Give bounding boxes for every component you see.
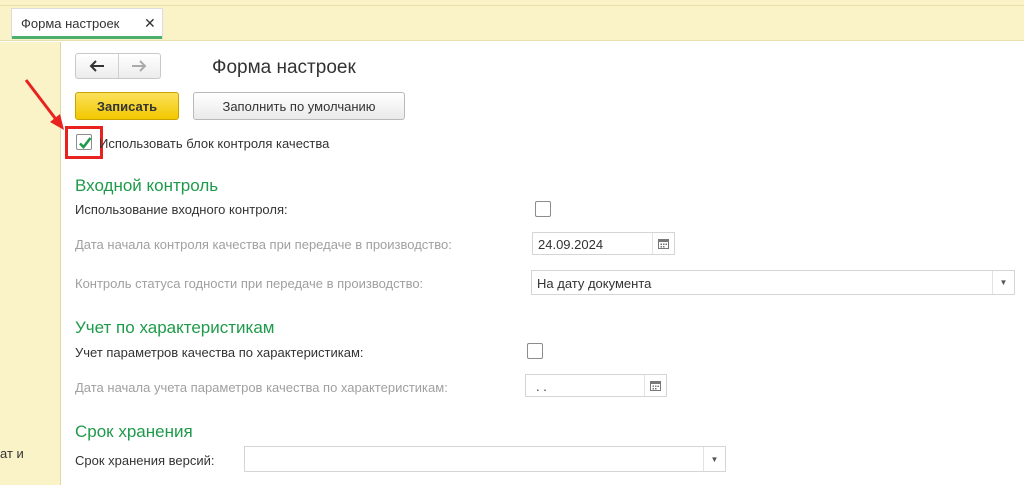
fitness-status-select[interactable]: На дату документа ▼ <box>531 270 1015 295</box>
input-control-start-date-label: Дата начала контроля качества при переда… <box>75 237 452 252</box>
tab-settings-form[interactable]: Форма настроек ✕ <box>11 8 163 39</box>
section-title-characteristics: Учет по характеристикам <box>75 318 275 337</box>
arrow-right-icon <box>132 60 147 72</box>
calendar-icon <box>658 239 669 249</box>
dropdown-button[interactable]: ▼ <box>992 271 1014 294</box>
save-button[interactable]: Записать <box>75 92 179 120</box>
chevron-down-icon: ▼ <box>710 454 719 464</box>
input-control-start-date-value: 24.09.2024 <box>538 237 604 252</box>
tab-bar-line <box>0 5 1024 6</box>
storage-versions-select[interactable]: ▼ <box>244 446 726 472</box>
characteristics-start-date-field[interactable]: . . <box>525 374 667 397</box>
nav-buttons <box>75 53 161 79</box>
use-input-control-checkbox[interactable] <box>535 201 551 217</box>
use-quality-block-checkbox[interactable] <box>76 134 92 150</box>
fitness-status-value: На дату документа <box>537 276 652 291</box>
close-icon[interactable]: ✕ <box>144 15 156 32</box>
calendar-icon <box>650 381 661 391</box>
characteristics-start-date-value: . . <box>536 379 547 394</box>
characteristics-start-date-label: Дата начала учета параметров качества по… <box>75 380 448 395</box>
back-button[interactable] <box>76 54 118 78</box>
fill-default-button[interactable]: Заполнить по умолчанию <box>193 92 405 120</box>
checkmark-icon <box>79 137 92 149</box>
forward-button[interactable] <box>117 54 161 78</box>
tab-active-indicator <box>12 36 162 39</box>
tab-bar: Форма настроек ✕ <box>0 0 1024 41</box>
dropdown-button[interactable]: ▼ <box>703 447 725 471</box>
page-title: Форма настроек <box>212 57 356 78</box>
use-input-control-label: Использование входного контроля: <box>75 202 288 217</box>
storage-versions-label: Срок хранения версий: <box>75 453 215 468</box>
section-title-input-control: Входной контроль <box>75 176 219 195</box>
section-title-storage: Срок хранения <box>75 422 193 441</box>
characteristics-params-checkbox[interactable] <box>527 343 543 359</box>
calendar-button[interactable] <box>644 375 666 396</box>
left-panel-text[interactable]: ат и <box>0 446 24 461</box>
calendar-button[interactable] <box>652 233 674 254</box>
fitness-status-label: Контроль статуса годности при передаче в… <box>75 276 424 291</box>
tab-label: Форма настроек <box>21 16 120 31</box>
use-quality-block-label: Использовать блок контроля качества <box>99 136 330 151</box>
characteristics-params-label: Учет параметров качества по характеристи… <box>75 345 364 360</box>
arrow-left-icon <box>89 60 104 72</box>
chevron-down-icon: ▼ <box>999 278 1008 287</box>
input-control-start-date-field[interactable]: 24.09.2024 <box>532 232 675 255</box>
